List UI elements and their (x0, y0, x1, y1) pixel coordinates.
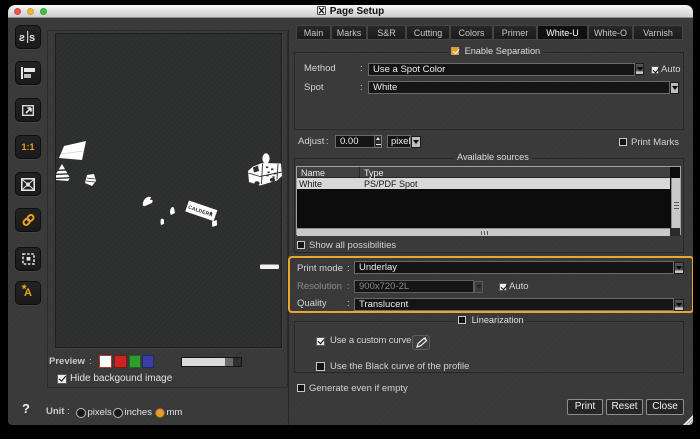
svg-text:s: s (29, 32, 35, 44)
svg-text:s: s (19, 32, 25, 44)
